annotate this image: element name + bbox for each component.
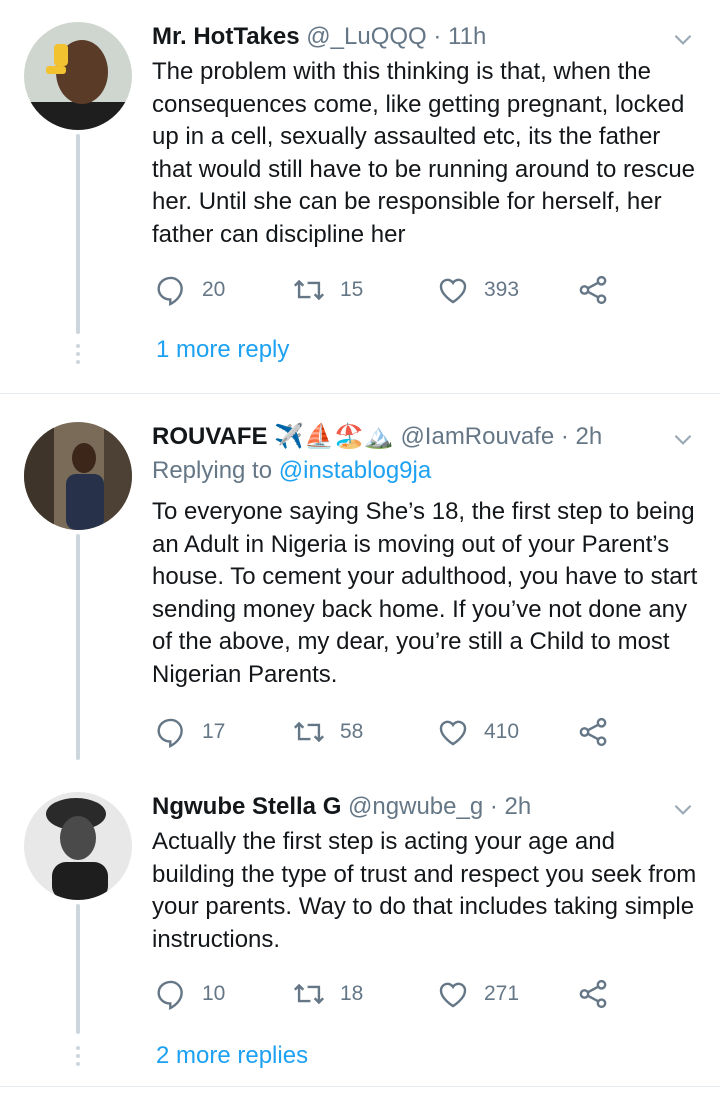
separator-dot: · [433, 23, 442, 50]
display-name[interactable]: Ngwube Stella G [152, 793, 341, 820]
tweet-header: Mr. HotTakes @_LuQQQ · 11h [152, 22, 486, 52]
avatar[interactable] [24, 792, 132, 900]
tweet-2[interactable]: ROUVAFE ✈️⛵🏖️🏔️ @IamRouvafe · 2h Replyin… [0, 422, 720, 762]
like-count: 410 [484, 720, 520, 743]
like-button[interactable]: 393 [436, 270, 519, 310]
like-icon [439, 720, 467, 746]
retweet-button[interactable]: 18 [292, 974, 363, 1014]
reply-button[interactable]: 20 [154, 270, 225, 310]
show-more-replies-link[interactable]: 2 more replies [156, 1042, 308, 1070]
reply-icon [157, 718, 183, 748]
divider [0, 393, 720, 394]
timestamp[interactable]: 11h [448, 23, 486, 50]
tweet-text: Actually the first step is acting your a… [152, 828, 697, 953]
avatar[interactable] [24, 422, 132, 530]
tweet-header: Ngwube Stella G @ngwube_g · 2h [152, 792, 531, 822]
separator-dot: · [489, 793, 498, 820]
retweet-icon [293, 721, 325, 743]
like-icon [439, 278, 467, 304]
tweet-1[interactable]: Mr. HotTakes @_LuQQQ · 11h The problem w… [0, 22, 720, 382]
replying-to: Replying to @instablog9ja [152, 456, 431, 486]
retweet-count: 58 [340, 720, 364, 743]
thread-dots [76, 344, 80, 368]
thread-dots [76, 1046, 80, 1070]
reply-count: 20 [202, 278, 226, 301]
retweet-count: 15 [340, 278, 364, 301]
tweet-text: The problem with this thinking is that, … [152, 58, 696, 248]
tweet-text: To everyone saying She’s 18, the first s… [152, 498, 698, 688]
share-button[interactable] [576, 712, 610, 752]
thread-line [76, 534, 80, 760]
user-handle[interactable]: @IamRouvafe [400, 423, 554, 450]
reply-icon [157, 276, 183, 306]
timestamp[interactable]: 2h [576, 423, 603, 450]
share-button[interactable] [576, 270, 610, 310]
show-more-replies-link[interactable]: 1 more reply [156, 336, 289, 364]
like-count: 393 [484, 278, 520, 301]
retweet-icon [293, 279, 325, 301]
avatar[interactable] [24, 22, 132, 130]
reply-count: 17 [202, 720, 226, 743]
divider [0, 1086, 720, 1087]
user-handle[interactable]: @ngwube_g [348, 793, 483, 820]
tweet-3[interactable]: Ngwube Stella G @ngwube_g · 2h Actually … [0, 792, 720, 1082]
tweet-header: ROUVAFE ✈️⛵🏖️🏔️ @IamRouvafe · 2h [152, 422, 602, 452]
share-icon [579, 979, 607, 1009]
retweet-icon [293, 983, 325, 1005]
chevron-down-icon[interactable] [670, 426, 696, 452]
share-icon [579, 717, 607, 747]
like-button[interactable]: 410 [436, 712, 519, 752]
display-name[interactable]: ROUVAFE ✈️⛵🏖️🏔️ [152, 423, 394, 450]
replying-to-label: Replying to [152, 457, 279, 484]
retweet-button[interactable]: 58 [292, 712, 363, 752]
share-icon [579, 275, 607, 305]
thread-line [76, 134, 80, 334]
chevron-down-icon[interactable] [670, 26, 696, 52]
thread-line [76, 904, 80, 1034]
retweet-count: 18 [340, 982, 364, 1005]
separator-dot: · [560, 423, 569, 450]
user-handle[interactable]: @_LuQQQ [306, 23, 426, 50]
timestamp[interactable]: 2h [505, 793, 532, 820]
retweet-button[interactable]: 15 [292, 270, 363, 310]
reply-button[interactable]: 17 [154, 712, 225, 752]
reply-count: 10 [202, 982, 226, 1005]
reply-icon [157, 980, 183, 1010]
share-button[interactable] [576, 974, 610, 1014]
reply-button[interactable]: 10 [154, 974, 225, 1014]
like-icon [439, 982, 467, 1008]
chevron-down-icon[interactable] [670, 796, 696, 822]
like-count: 271 [484, 982, 520, 1005]
mention-link[interactable]: @instablog9ja [279, 457, 431, 484]
display-name[interactable]: Mr. HotTakes [152, 23, 300, 50]
like-button[interactable]: 271 [436, 974, 519, 1014]
